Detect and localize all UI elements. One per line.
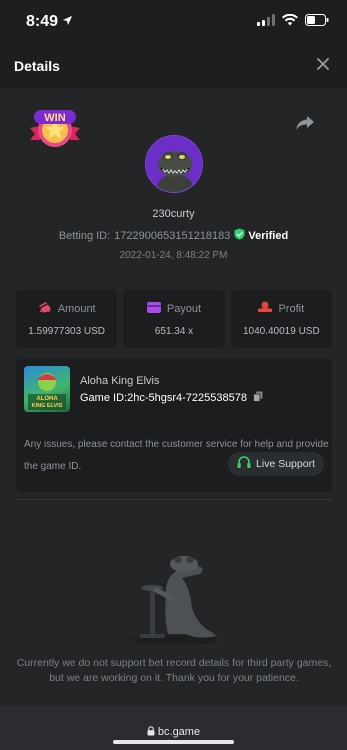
status-icons [257, 13, 329, 31]
stat-value-amount: 1.59977303 USD [28, 326, 106, 337]
cellular-signal-icon [257, 13, 275, 31]
stat-card-payout: Payout 651.34 x [123, 290, 225, 348]
game-id-label: Game ID: [80, 392, 128, 404]
crocodile-illustration-icon [120, 548, 230, 648]
stat-label-payout: Payout [146, 301, 202, 316]
game-name: Aloha King Elvis [80, 375, 160, 387]
close-icon [317, 57, 329, 75]
copy-icon[interactable] [253, 391, 263, 405]
game-thumb-title-1: ALOHA [36, 396, 58, 402]
crocodile-avatar-icon [146, 136, 202, 192]
battery-icon [305, 13, 329, 31]
details-content: WIN 230curty Betting ID: 172290065315121… [0, 88, 347, 706]
divider [16, 499, 332, 500]
status-time-text: 8:49 [26, 13, 59, 30]
stat-value-payout: 651.34 x [154, 325, 194, 337]
share-arrow-icon [295, 116, 315, 135]
verified-badge: Verified [234, 228, 288, 243]
game-thumb-title-2: KING ELVIS [32, 403, 63, 409]
url-text: bc.game [157, 726, 201, 738]
game-id-text: Game ID:2hc-5hgsr4-7225538578 [80, 392, 247, 404]
payout-card-icon [146, 301, 161, 316]
amount-icon [37, 301, 52, 316]
details-header: Details [0, 44, 347, 88]
shield-check-icon [234, 228, 245, 243]
live-support-button[interactable]: Live Support [228, 452, 324, 476]
share-button[interactable] [295, 115, 317, 135]
stats-row: Amount 1.59977303 USD Payout 651.34 x Pr… [16, 290, 332, 348]
betting-id-label: Betting ID: [58, 229, 111, 242]
game-id-value: 2hc-5hgsr4-7225538578 [127, 392, 247, 404]
profit-icon [258, 301, 273, 316]
url-display[interactable]: bc.game [147, 714, 200, 750]
win-badge-text: WIN [44, 112, 65, 124]
game-card: ALOHA KING ELVIS Aloha King Elvis Game I… [16, 358, 332, 492]
stat-label-text: Profit [278, 302, 305, 315]
betting-id-row: Betting ID: 1722900653151218183 Verified [0, 228, 347, 243]
stat-card-amount: Amount 1.59977303 USD [16, 290, 118, 348]
stat-card-profit: Profit 1040.40019 USD [230, 290, 332, 348]
game-id-row: Game ID:2hc-5hgsr4-7225538578 [80, 391, 263, 405]
lock-icon [147, 725, 155, 739]
live-support-label: Live Support [256, 458, 315, 470]
status-bar: 8:49 [0, 0, 347, 44]
stat-label-text: Amount [57, 302, 96, 315]
avatar [145, 135, 203, 193]
headset-icon [237, 456, 251, 472]
win-badge-icon: WIN [26, 104, 84, 152]
username: 230curty [152, 208, 195, 220]
bet-date: 2022-01-24, 8:48:22 PM [119, 250, 228, 261]
status-time: 8:49 [26, 13, 73, 31]
stat-label-text: Payout [166, 302, 202, 315]
browser-url-bar[interactable]: bc.game [0, 706, 347, 750]
close-button[interactable] [313, 56, 333, 76]
game-thumbnail[interactable]: ALOHA KING ELVIS [24, 366, 70, 412]
third-party-notice: Currently we do not support bet record d… [16, 657, 332, 684]
page-title: Details [14, 58, 60, 74]
stat-label-profit: Profit [258, 301, 304, 316]
verified-label: Verified [248, 229, 289, 242]
wifi-icon [282, 13, 298, 31]
location-arrow-icon [62, 13, 73, 31]
stat-label-amount: Amount [37, 301, 96, 316]
betting-id-value[interactable]: 1722900653151218183 [114, 230, 230, 242]
home-indicator[interactable] [113, 740, 234, 744]
stat-value-profit: 1040.40019 USD [242, 326, 320, 337]
